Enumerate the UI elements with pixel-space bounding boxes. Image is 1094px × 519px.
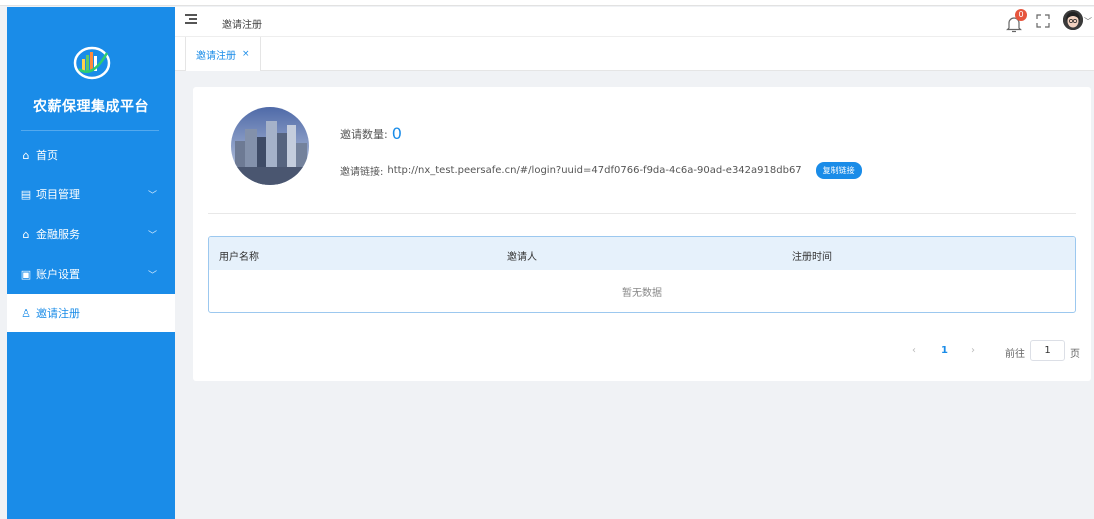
user-avatar[interactable] (1063, 10, 1083, 30)
column-header[interactable]: 注册时间 (792, 248, 832, 263)
home-icon: ⌂ (22, 148, 30, 162)
pagination: ‹ 1 › 前往 1 页 (193, 340, 1091, 362)
invite-card: 邀请数量: 0 邀请链接: http://nx_test.peersafe.cn… (193, 87, 1091, 381)
sidebar-item-finance[interactable]: ⌂ 金融服务 ﹀ (7, 215, 175, 253)
page-suffix-label: 页 (1070, 349, 1080, 360)
invite-link: 邀请链接: http://nx_test.peersafe.cn/#/login… (340, 162, 862, 179)
next-page-button[interactable]: › (971, 345, 975, 356)
chevron-down-icon: ﹀ (147, 231, 157, 241)
divider (208, 213, 1076, 214)
notification-button[interactable]: 0 (1006, 9, 1027, 33)
sidebar-item-label: 账户设置 (36, 268, 80, 281)
copy-link-button[interactable]: 复制链接 (815, 162, 862, 179)
brand-title: 农薪保理集成平台 (33, 99, 149, 115)
fullscreen-icon[interactable] (1036, 14, 1050, 28)
breadcrumb: 邀请注册 (222, 20, 262, 31)
invited-users-table: 用户名称 邀请人 注册时间 暂无数据 (208, 236, 1076, 313)
menu-toggle-icon[interactable] (185, 14, 197, 24)
sidebar: 农薪保理集成平台 ⌂ 首页 ▤ 项目管理 ﹀ ⌂ 金融服务 ﹀ ▣ 账户设置 ﹀… (7, 7, 175, 519)
close-icon[interactable]: × (242, 49, 250, 59)
empty-state: 暂无数据 (622, 288, 662, 299)
invite-count: 邀请数量: 0 (340, 124, 402, 143)
sidebar-item-home[interactable]: ⌂ 首页 (7, 136, 175, 174)
profile-image (231, 107, 309, 185)
notification-badge: 0 (1015, 9, 1027, 21)
tab-bar: 邀请注册 × (175, 37, 1094, 71)
divider (21, 130, 159, 131)
top-border (0, 0, 1094, 6)
tab-invite[interactable]: 邀请注册 × (185, 37, 261, 71)
sidebar-item-label: 项目管理 (36, 188, 80, 201)
account-card-icon: ▣ (20, 267, 32, 281)
goto-page-input[interactable]: 1 (1030, 340, 1065, 361)
invite-link-url[interactable]: http://nx_test.peersafe.cn/#/login?uuid=… (387, 165, 801, 176)
chevron-down-icon: ﹀ (147, 191, 157, 201)
top-header: 邀请注册 0 ﹀ (175, 7, 1094, 37)
column-header[interactable]: 邀请人 (507, 248, 537, 263)
project-icon: ▤ (20, 187, 32, 201)
prev-page-button[interactable]: ‹ (912, 345, 916, 356)
sidebar-item-label: 邀请注册 (36, 307, 80, 320)
sidebar-item-label: 首页 (36, 149, 58, 162)
tab-label: 邀请注册 (196, 50, 236, 62)
page-number[interactable]: 1 (941, 345, 948, 356)
user-icon: ♙ (21, 306, 31, 320)
invite-count-value: 0 (391, 124, 402, 143)
sidebar-item-account[interactable]: ▣ 账户设置 ﹀ (7, 255, 175, 293)
chevron-down-icon[interactable]: ﹀ (1084, 16, 1092, 27)
column-header[interactable]: 用户名称 (219, 248, 259, 263)
logo-icon (67, 45, 117, 81)
sidebar-item-label: 金融服务 (36, 228, 80, 241)
bank-icon: ⌂ (22, 227, 30, 241)
sidebar-item-projects[interactable]: ▤ 项目管理 ﹀ (7, 175, 175, 213)
goto-label: 前往 (1005, 349, 1025, 360)
invite-link-label: 邀请链接: (340, 167, 384, 178)
invite-count-label: 邀请数量: (340, 127, 388, 141)
sidebar-item-invite[interactable]: ♙ 邀请注册 (7, 294, 175, 332)
table-header: 用户名称 邀请人 注册时间 (209, 237, 1075, 270)
chevron-down-icon: ﹀ (147, 271, 157, 281)
